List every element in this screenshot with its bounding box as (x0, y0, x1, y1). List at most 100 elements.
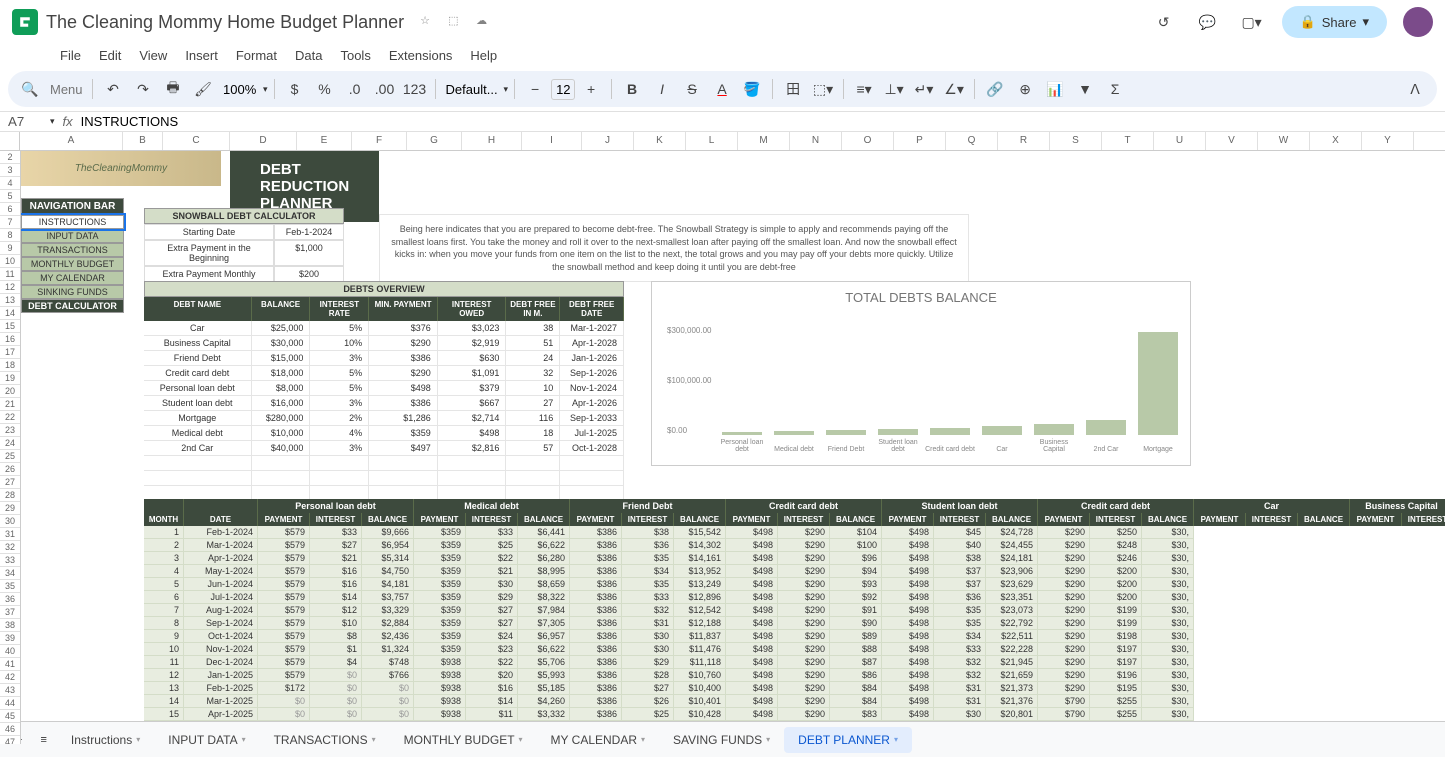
menu-tools[interactable]: Tools (332, 44, 378, 67)
nav-item-sinking-funds[interactable]: SINKING FUNDS (21, 285, 124, 299)
row-header[interactable]: 14 (0, 307, 20, 320)
schedule-cell[interactable]: $33 (622, 591, 674, 604)
schedule-cell[interactable]: $88 (830, 643, 882, 656)
decrease-font-icon[interactable]: − (521, 75, 549, 103)
row-header[interactable]: 24 (0, 437, 20, 450)
schedule-cell[interactable]: 12 (144, 669, 184, 682)
schedule-cell[interactable]: $498 (882, 578, 934, 591)
chart-bar[interactable] (930, 428, 970, 435)
schedule-cell[interactable]: $6,954 (362, 539, 414, 552)
overview-cell[interactable]: Car (144, 321, 252, 336)
menu-insert[interactable]: Insert (177, 44, 226, 67)
schedule-cell[interactable]: $11,118 (674, 656, 726, 669)
schedule-cell[interactable]: May-1-2024 (184, 565, 258, 578)
schedule-cell[interactable]: $4,181 (362, 578, 414, 591)
schedule-cell[interactable]: $248 (1090, 539, 1142, 552)
schedule-cell[interactable]: $172 (258, 682, 310, 695)
schedule-cell[interactable]: $30, (1142, 643, 1194, 656)
italic-icon[interactable]: I (648, 75, 676, 103)
chevron-down-icon[interactable]: ▾ (894, 735, 898, 744)
schedule-cell[interactable]: 4 (144, 565, 184, 578)
schedule-cell[interactable]: $8,995 (518, 565, 570, 578)
schedule-cell[interactable]: $5,185 (518, 682, 570, 695)
link-icon[interactable]: 🔗 (981, 75, 1009, 103)
schedule-cell[interactable]: $29 (622, 656, 674, 669)
overview-cell[interactable]: 24 (506, 351, 560, 366)
schedule-cell[interactable]: $0 (258, 695, 310, 708)
schedule-cell[interactable]: $386 (570, 578, 622, 591)
schedule-cell[interactable]: $198 (1090, 630, 1142, 643)
undo-icon[interactable]: ↶ (99, 75, 127, 103)
schedule-cell[interactable]: $290 (778, 682, 830, 695)
schedule-cell[interactable]: $13,249 (674, 578, 726, 591)
sheets-logo-icon[interactable] (12, 9, 38, 35)
row-header[interactable]: 15 (0, 320, 20, 333)
schedule-cell[interactable]: 5 (144, 578, 184, 591)
schedule-cell[interactable]: $40 (934, 539, 986, 552)
overview-cell[interactable]: 32 (506, 366, 560, 381)
row-header[interactable]: 27 (0, 476, 20, 489)
schedule-cell[interactable]: $30, (1142, 656, 1194, 669)
overview-cell[interactable]: $10,000 (252, 426, 311, 441)
schedule-cell[interactable]: Jan-1-2025 (184, 669, 258, 682)
schedule-cell[interactable]: $13,952 (674, 565, 726, 578)
schedule-cell[interactable]: $290 (778, 643, 830, 656)
schedule-cell[interactable]: $3,329 (362, 604, 414, 617)
overview-cell[interactable]: $2,714 (438, 411, 507, 426)
schedule-cell[interactable]: $84 (830, 682, 882, 695)
schedule-cell[interactable]: $199 (1090, 617, 1142, 630)
schedule-cell[interactable]: 11 (144, 656, 184, 669)
schedule-cell[interactable]: $94 (830, 565, 882, 578)
schedule-cell[interactable]: $30, (1142, 630, 1194, 643)
schedule-cell[interactable]: $359 (414, 526, 466, 539)
row-header[interactable]: 35 (0, 580, 20, 593)
schedule-cell[interactable]: $14 (310, 591, 362, 604)
row-header[interactable]: 36 (0, 593, 20, 606)
schedule-cell[interactable]: $30, (1142, 695, 1194, 708)
schedule-cell[interactable]: $386 (570, 643, 622, 656)
overview-cell[interactable]: Business Capital (144, 336, 252, 351)
chevron-down-icon[interactable]: ▾ (504, 84, 509, 95)
chart-bar[interactable] (774, 431, 814, 435)
schedule-cell[interactable]: $22 (466, 656, 518, 669)
schedule-cell[interactable]: $498 (726, 708, 778, 721)
schedule-cell[interactable]: 2 (144, 539, 184, 552)
schedule-cell[interactable]: $21 (466, 565, 518, 578)
schedule-cell[interactable]: $579 (258, 526, 310, 539)
row-header[interactable]: 19 (0, 372, 20, 385)
schedule-cell[interactable]: $0 (310, 682, 362, 695)
schedule-cell[interactable]: $90 (830, 617, 882, 630)
schedule-cell[interactable]: $498 (726, 643, 778, 656)
schedule-cell[interactable]: $27 (310, 539, 362, 552)
formula-input[interactable] (81, 114, 1437, 129)
increase-font-icon[interactable]: + (577, 75, 605, 103)
overview-cell[interactable]: 116 (506, 411, 560, 426)
schedule-cell[interactable]: 7 (144, 604, 184, 617)
overview-cell[interactable]: $3,023 (438, 321, 507, 336)
schedule-cell[interactable]: $45 (934, 526, 986, 539)
menu-edit[interactable]: Edit (91, 44, 129, 67)
chevron-down-icon[interactable]: ▾ (263, 84, 268, 95)
schedule-cell[interactable]: $290 (1038, 643, 1090, 656)
overview-cell[interactable]: $290 (369, 366, 438, 381)
schedule-cell[interactable]: Oct-1-2024 (184, 630, 258, 643)
overview-cell[interactable]: $280,000 (252, 411, 311, 426)
schedule-cell[interactable]: $21,659 (986, 669, 1038, 682)
schedule-cell[interactable]: $100 (830, 539, 882, 552)
nav-item-instructions[interactable]: INSTRUCTIONS (21, 215, 124, 229)
schedule-cell[interactable]: $498 (726, 539, 778, 552)
overview-cell[interactable]: $1,091 (438, 366, 507, 381)
schedule-cell[interactable]: $498 (726, 604, 778, 617)
col-header[interactable]: M (738, 132, 790, 150)
balance-chart[interactable]: TOTAL DEBTS BALANCE $0.00$100,000.00$300… (651, 281, 1191, 466)
schedule-cell[interactable]: $498 (882, 630, 934, 643)
snowball-value[interactable]: $1,000 (274, 240, 344, 266)
col-header[interactable]: C (163, 132, 230, 150)
overview-cell[interactable]: Sep-1-2033 (560, 411, 624, 426)
format-123-icon[interactable]: 123 (401, 75, 429, 103)
schedule-cell[interactable]: 9 (144, 630, 184, 643)
schedule-cell[interactable]: $20,801 (986, 708, 1038, 721)
schedule-cell[interactable]: $22 (466, 552, 518, 565)
schedule-cell[interactable]: $25 (466, 539, 518, 552)
schedule-cell[interactable]: 8 (144, 617, 184, 630)
